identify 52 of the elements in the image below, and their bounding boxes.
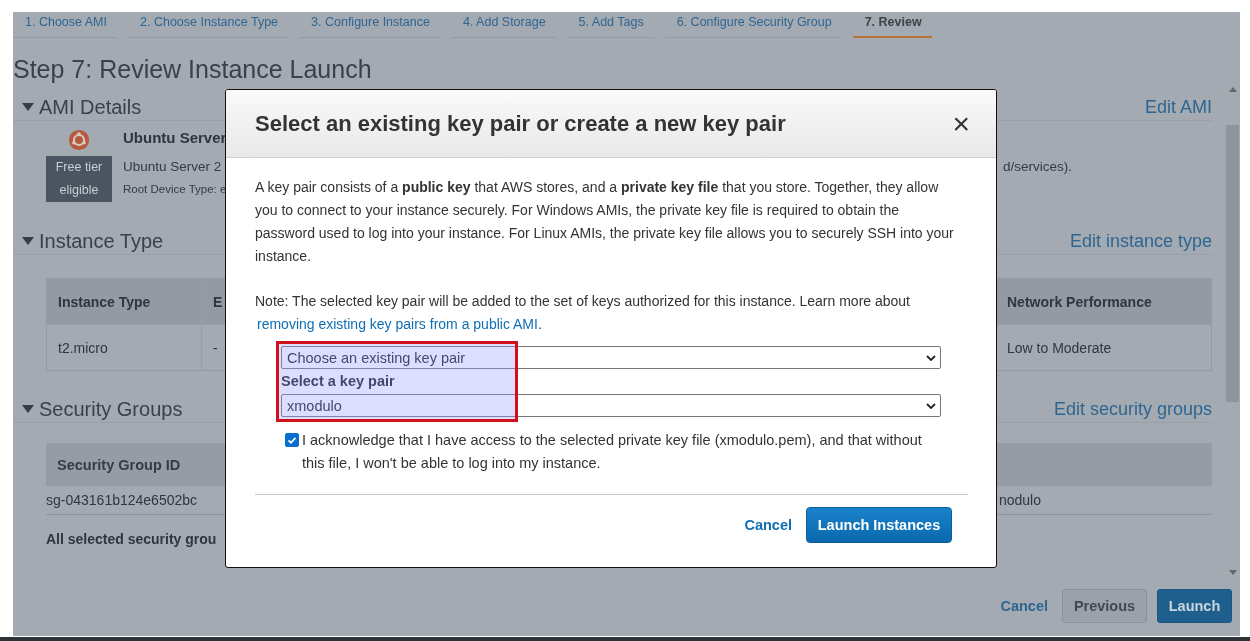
edit-security-groups-link[interactable]: Edit security groups	[1053, 398, 1212, 420]
page-title: Step 7: Review Instance Launch	[13, 55, 373, 85]
section-heading: AMI Details	[39, 95, 142, 119]
free-tier-badge: Free tier eligible	[46, 156, 112, 202]
collapse-triangle-icon[interactable]	[22, 405, 34, 413]
launch-button[interactable]: Launch	[1157, 588, 1232, 623]
wizard-tab[interactable]: 6. Configure Security Group	[664, 12, 842, 38]
scroll-down-icon[interactable]	[1228, 570, 1237, 575]
collapse-triangle-icon[interactable]	[22, 237, 34, 245]
acknowledge-text: I acknowledge that I have access to the selected private key file (xmodulo.pem), and that without this file, I won't be able to log into my instance.	[302, 431, 922, 473]
collapse-triangle-icon[interactable]	[22, 103, 34, 111]
ami-description: Ubuntu Server 2	[123, 158, 222, 174]
scroll-up-icon[interactable]	[1228, 87, 1237, 92]
wizard-tab[interactable]: 1. Choose AMI	[13, 12, 117, 38]
previous-button[interactable]: Previous	[1062, 588, 1147, 623]
ami-name: Ubuntu Server	[123, 129, 228, 148]
column-header: Instance Type	[47, 279, 202, 324]
ubuntu-logo-icon	[68, 129, 90, 151]
table-cell-text: Low to Moderate	[1006, 338, 1113, 358]
wizard-tab[interactable]: 3. Configure Instance	[299, 12, 440, 38]
key-pair-note: Note: The selected key pair will be added to the set of keys authorized for this instance. Learn more about removing existing key pairs from a public AMI.	[255, 292, 911, 334]
table-cell: -	[213, 339, 218, 356]
close-button[interactable]: ×	[946, 108, 976, 139]
edit-ami-link[interactable]: Edit AMI	[1144, 96, 1212, 118]
column-header: Network Performance	[1006, 292, 1153, 312]
cancel-link[interactable]: Cancel	[744, 517, 792, 533]
select-key-pair-label: Select a key pair	[281, 372, 396, 391]
edit-instance-type-link[interactable]: Edit instance type	[1069, 230, 1212, 252]
section-heading: Security Groups	[39, 397, 183, 421]
scroll-thumb[interactable]	[1226, 125, 1239, 402]
chevron-down-icon	[926, 355, 936, 361]
table-cell: t2.micro	[47, 325, 202, 370]
key-pair-explanation: A key pair consists of a public key that AWS stores, and a private key file that you store. Together, they allow you to connect to your instance securely. For Windows AMIs, the private key file is required to obtain the password used to log into your instance. For Linux AMIs, the private key file allows you to securely SSH into your instance.	[255, 178, 955, 266]
wizard-tab[interactable]: 2. Choose Instance Type	[128, 12, 289, 38]
wizard-tab[interactable]: 7. Review	[852, 12, 932, 38]
acknowledge-checkbox[interactable]	[285, 433, 299, 447]
security-groups-note: All selected security grou	[46, 531, 218, 547]
removing-key-pairs-link[interactable]: removing existing key pairs from a public AMI	[255, 316, 538, 332]
table-cell: sg-043161b124e6502bc	[46, 492, 198, 508]
launch-instances-button[interactable]: Launch Instances	[806, 507, 952, 543]
column-header: E	[213, 293, 223, 310]
column-header: Security Group ID	[57, 456, 181, 473]
ami-description: d/services).	[1002, 158, 1072, 174]
key-pair-select[interactable]: xmodulo	[281, 394, 941, 417]
table-cell: nodulo	[998, 492, 1041, 508]
action-select[interactable]: Choose an existing key pair	[281, 346, 941, 369]
cancel-link[interactable]: Cancel	[1000, 597, 1048, 614]
wizard-tab[interactable]: 4. Add Storage	[450, 12, 556, 38]
dialog-title: Select an existing key pair or create a new key pair	[255, 110, 787, 137]
section-heading: Instance Type	[39, 229, 164, 253]
chevron-down-icon	[926, 403, 936, 409]
wizard-tab[interactable]: 5. Add Tags	[566, 12, 654, 38]
